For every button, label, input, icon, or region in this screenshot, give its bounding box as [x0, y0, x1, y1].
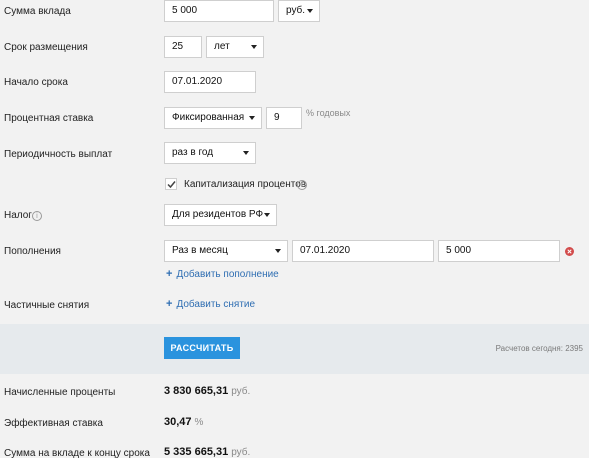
accrued-interest-value: 3 830 665,31 руб. — [164, 385, 250, 397]
capitalization-checkbox[interactable] — [165, 178, 177, 190]
start-date-input[interactable]: 07.01.2020 — [164, 71, 256, 93]
accrued-interest-label: Начисленные проценты — [4, 387, 116, 398]
final-amount-amount: 5 335 665,31 — [164, 446, 229, 458]
term-input[interactable]: 25 — [164, 36, 202, 58]
tax-select[interactable]: Для резидентов РФ — [164, 204, 277, 226]
calculate-button[interactable]: РАССЧИТАТЬ — [164, 337, 240, 359]
remove-replenishment-icon[interactable] — [565, 247, 574, 256]
info-icon[interactable]: i — [32, 211, 42, 221]
final-amount-value: 5 335 665,31 руб. — [164, 446, 250, 458]
info-icon[interactable]: i — [297, 180, 307, 190]
plus-icon: + — [166, 268, 173, 280]
replenishment-amount-input[interactable]: 5 000 — [438, 240, 560, 262]
add-replenishment-label: Добавить пополнение — [176, 269, 279, 280]
deposit-amount-input[interactable]: 5 000 — [164, 0, 274, 22]
payout-frequency-select[interactable]: раз в год — [164, 142, 256, 164]
add-withdrawal-label: Добавить снятие — [176, 299, 256, 310]
tax-label: Налог — [4, 210, 32, 221]
accrued-interest-amount: 3 830 665,31 — [164, 385, 229, 397]
currency-select[interactable]: руб. — [278, 0, 320, 22]
effective-rate-amount: 30,47 — [164, 416, 192, 428]
plus-icon: + — [166, 298, 173, 310]
capitalization-label: Капитализация процентов — [184, 179, 307, 190]
deposit-amount-label: Сумма вклада — [4, 6, 71, 17]
interest-rate-label: Процентная ставка — [4, 113, 94, 124]
add-replenishment-link[interactable]: + Добавить пополнение — [166, 268, 279, 281]
rate-value-input[interactable]: 9 — [266, 107, 302, 129]
accrued-interest-unit: руб. — [231, 386, 251, 397]
term-label: Срок размещения — [4, 42, 88, 53]
final-amount-label: Сумма на вкладе к концу срока — [4, 448, 150, 458]
term-unit-select[interactable]: лет — [206, 36, 264, 58]
start-date-label: Начало срока — [4, 77, 68, 88]
calculations-count: Расчетов сегодня: 2395 — [495, 344, 583, 353]
rate-suffix: % годовых — [306, 108, 351, 118]
final-amount-unit: руб. — [231, 447, 251, 458]
effective-rate-label: Эффективная ставка — [4, 418, 103, 429]
replenishment-frequency-select[interactable]: Раз в месяц — [164, 240, 288, 262]
replenishments-label: Пополнения — [4, 246, 61, 257]
effective-rate-unit: % — [194, 417, 204, 428]
check-icon — [167, 181, 176, 189]
replenishment-date-input[interactable]: 07.01.2020 — [292, 240, 434, 262]
payout-frequency-label: Периодичность выплат — [4, 149, 113, 160]
withdrawals-label: Частичные снятия — [4, 300, 90, 311]
effective-rate-value: 30,47% — [164, 416, 203, 428]
add-withdrawal-link[interactable]: + Добавить снятие — [166, 298, 255, 311]
rate-type-select[interactable]: Фиксированная — [164, 107, 262, 129]
